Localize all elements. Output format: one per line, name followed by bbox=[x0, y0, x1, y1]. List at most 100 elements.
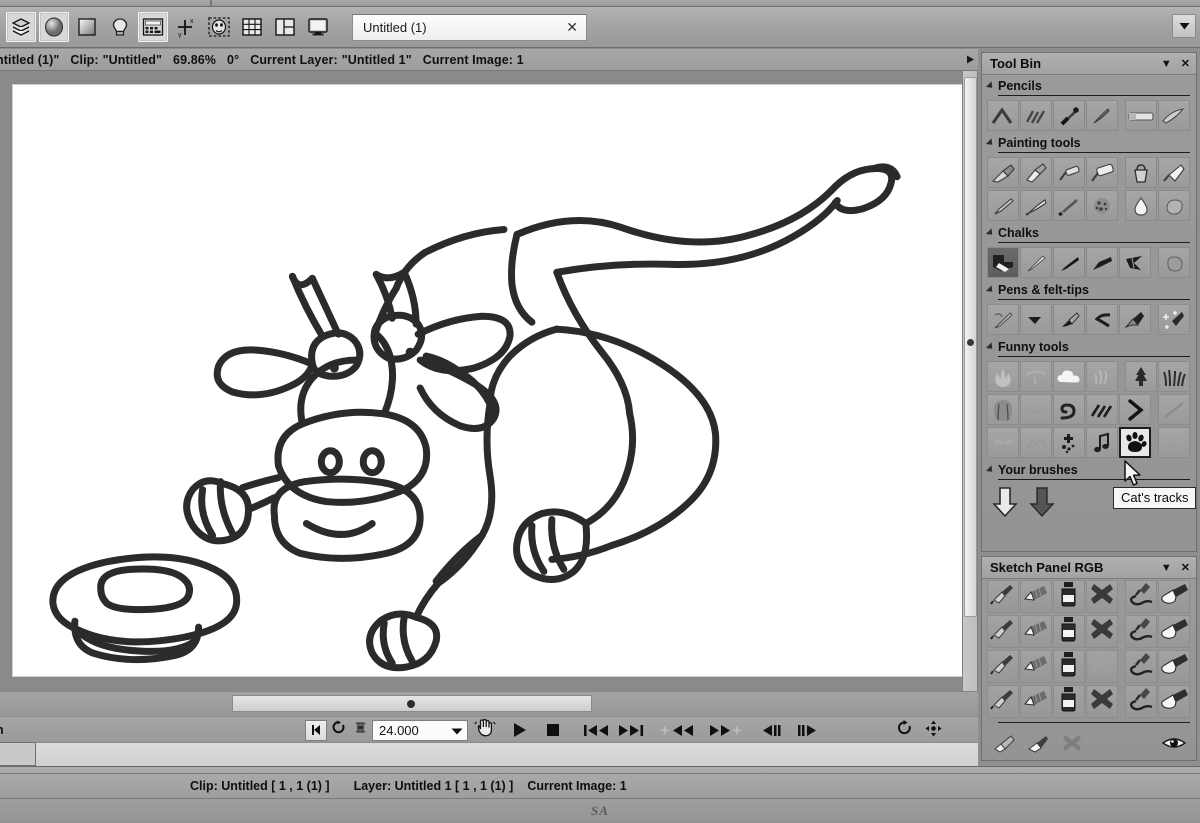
pencil-thin-tool[interactable] bbox=[1086, 100, 1118, 131]
x-mark-tool[interactable] bbox=[1086, 615, 1118, 648]
squiggle-pen-tool[interactable] bbox=[1125, 685, 1157, 718]
close-icon[interactable]: ✕ bbox=[1181, 561, 1190, 574]
rotate-icon[interactable] bbox=[896, 720, 913, 742]
x-mark-tool[interactable] bbox=[1086, 580, 1118, 613]
chalk-black-tool[interactable] bbox=[1053, 247, 1085, 278]
line-tool[interactable] bbox=[1158, 394, 1190, 425]
pencil-shaded-tool[interactable] bbox=[1020, 685, 1052, 718]
fur-tool[interactable] bbox=[1020, 394, 1052, 425]
chalk-thin-tool[interactable] bbox=[1020, 247, 1052, 278]
prev-frame-edge-button[interactable] bbox=[305, 719, 327, 741]
group-painting-tools[interactable]: Painting tools bbox=[982, 132, 1196, 150]
sponge-tool[interactable] bbox=[1086, 190, 1118, 221]
pen-nib-tool[interactable] bbox=[987, 304, 1019, 335]
airbrush-tool[interactable] bbox=[987, 685, 1019, 718]
group-pencils[interactable]: Pencils bbox=[982, 75, 1196, 93]
layout-button[interactable] bbox=[270, 12, 300, 42]
fire-tool[interactable] bbox=[987, 361, 1019, 392]
smudge-tool[interactable] bbox=[1158, 190, 1190, 221]
mask-button[interactable] bbox=[204, 12, 234, 42]
gradient-square-button[interactable] bbox=[72, 12, 102, 42]
chevron-down-icon[interactable] bbox=[451, 723, 463, 738]
brush-white-tool[interactable] bbox=[1021, 729, 1054, 762]
canvas-vscroll-thumb[interactable] bbox=[964, 77, 977, 617]
panel-collapse-handle[interactable] bbox=[964, 52, 976, 66]
ink-bottle-tool[interactable] bbox=[1053, 615, 1085, 648]
pencil-shaded-tool[interactable] bbox=[1020, 580, 1052, 613]
clear-tool[interactable] bbox=[1055, 729, 1088, 762]
step-fwd-frame-button[interactable] bbox=[790, 720, 824, 741]
export-brush-button[interactable] bbox=[1024, 484, 1060, 520]
canvas-hscroll-grip[interactable] bbox=[407, 700, 415, 708]
brush-tip-tool[interactable] bbox=[1158, 650, 1190, 683]
group-funny-tools[interactable]: Funny tools bbox=[982, 336, 1196, 354]
trowel-tool[interactable] bbox=[1158, 157, 1190, 188]
airbrush-tool[interactable] bbox=[987, 580, 1019, 613]
canvas-vertical-scrollbar[interactable] bbox=[962, 71, 978, 691]
knife-tool[interactable] bbox=[987, 190, 1019, 221]
stop-button[interactable] bbox=[536, 720, 570, 741]
cloud-tool[interactable] bbox=[1053, 361, 1085, 392]
paint-bucket-tool[interactable] bbox=[1125, 157, 1157, 188]
fountain-pen-tool[interactable] bbox=[1119, 304, 1151, 335]
water-drop-tool[interactable] bbox=[1125, 190, 1157, 221]
toolbar-overflow-button[interactable] bbox=[1172, 14, 1196, 38]
group-pens-felt-tips[interactable]: Pens & felt-tips bbox=[982, 279, 1196, 297]
canvas-vscroll-grip[interactable] bbox=[967, 339, 974, 346]
grass-tool[interactable] bbox=[1158, 361, 1190, 392]
felt-tip-tool[interactable] bbox=[1020, 304, 1052, 335]
layers-button[interactable] bbox=[6, 12, 36, 42]
roller-large-tool[interactable] bbox=[1086, 157, 1118, 188]
tree-tool[interactable] bbox=[1125, 361, 1157, 392]
fine-brush-tool[interactable] bbox=[1053, 190, 1085, 221]
pingpong-button[interactable] bbox=[349, 720, 371, 741]
brush-tip-tool[interactable] bbox=[1158, 615, 1190, 648]
puzzle-tool[interactable] bbox=[1052, 427, 1085, 458]
chevron-down-icon[interactable]: ▼ bbox=[1161, 58, 1172, 70]
butterfly-tool[interactable] bbox=[987, 427, 1019, 458]
scribble-tool[interactable] bbox=[1157, 427, 1190, 458]
pan-icon[interactable] bbox=[925, 720, 942, 742]
chalk-bold-tool[interactable] bbox=[987, 247, 1019, 278]
hatch-tool[interactable] bbox=[1086, 394, 1118, 425]
cat-tracks-tool[interactable] bbox=[1118, 427, 1151, 458]
fps-field[interactable]: 24.000 bbox=[372, 719, 468, 741]
pencil-dark-tip-tool[interactable] bbox=[1053, 100, 1085, 131]
drawing-canvas[interactable] bbox=[12, 84, 964, 677]
sparkle-pen-tool[interactable] bbox=[1158, 304, 1190, 335]
wire-tool[interactable] bbox=[1020, 361, 1052, 392]
squiggle-pen-tool[interactable] bbox=[1125, 650, 1157, 683]
render-sphere-button[interactable] bbox=[39, 12, 69, 42]
roller-small-tool[interactable] bbox=[1053, 157, 1085, 188]
pencil-sketch-tool[interactable] bbox=[1020, 100, 1052, 131]
loop-button[interactable] bbox=[327, 720, 349, 741]
close-icon[interactable]: ✕ bbox=[1181, 57, 1190, 70]
pencil-shaded-tool[interactable] bbox=[1020, 650, 1052, 683]
group-chalks[interactable]: Chalks bbox=[982, 222, 1196, 240]
x-mark-tool[interactable] bbox=[1086, 685, 1118, 718]
monitor-button[interactable] bbox=[303, 12, 333, 42]
pencil-shaded-tool[interactable] bbox=[1020, 615, 1052, 648]
ink-bottle-tool[interactable] bbox=[1053, 685, 1085, 718]
step-back-mark-button[interactable] bbox=[658, 720, 702, 741]
airbrush-tool[interactable] bbox=[987, 650, 1019, 683]
splash-tool[interactable] bbox=[1086, 361, 1118, 392]
chevron-down-icon[interactable]: ▼ bbox=[1161, 562, 1172, 574]
light-button[interactable] bbox=[105, 12, 135, 42]
group-your-brushes[interactable]: Your brushes bbox=[982, 459, 1196, 477]
step-back-frame-button[interactable] bbox=[756, 720, 790, 741]
step-fwd-mark-button[interactable] bbox=[702, 720, 746, 741]
pencil-flat-tool[interactable] bbox=[1158, 100, 1190, 131]
hand-button[interactable] bbox=[468, 718, 502, 741]
chalk-angled-tool[interactable] bbox=[1119, 247, 1151, 278]
visibility-toggle[interactable] bbox=[1157, 729, 1190, 762]
chalk-wedge-tool[interactable] bbox=[1086, 247, 1118, 278]
pencil-stroke-tool[interactable] bbox=[987, 100, 1019, 131]
palette-knife-tool[interactable] bbox=[1020, 190, 1052, 221]
grid-button[interactable] bbox=[237, 12, 267, 42]
squiggle-pen-tool[interactable] bbox=[1125, 580, 1157, 613]
axis-button[interactable]: x y bbox=[171, 12, 201, 42]
play-button[interactable] bbox=[502, 720, 536, 741]
brush-flat-tool[interactable] bbox=[1020, 157, 1052, 188]
document-tab[interactable]: Untitled (1) ✕ bbox=[352, 13, 587, 41]
